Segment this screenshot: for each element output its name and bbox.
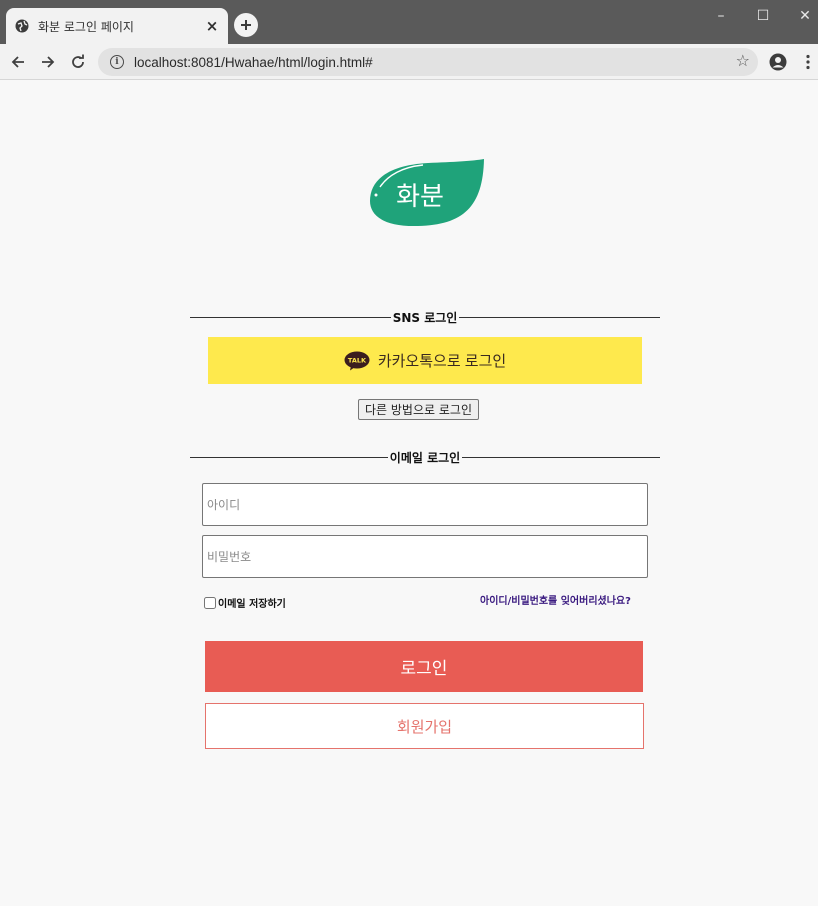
login-button[interactable]: 로그인 — [205, 641, 643, 692]
browser-toolbar: i localhost:8081/Hwahae/html/login.html#… — [0, 44, 818, 80]
logo-text: 화분 — [396, 182, 444, 212]
minimize-icon[interactable]: – — [706, 6, 736, 26]
id-input[interactable] — [202, 483, 648, 526]
other-login-button[interactable]: 다른 방법으로 로그인 — [358, 399, 479, 420]
browser-titlebar: 화분 로그인 페이지 × – ☐ ✕ — [0, 0, 818, 44]
close-tab-icon[interactable]: × — [204, 17, 220, 35]
browser-tab[interactable]: 화분 로그인 페이지 × — [6, 8, 228, 44]
save-email-row: 이메일 저장하기 — [204, 595, 286, 610]
globe-icon — [14, 18, 30, 34]
bookmark-star-icon[interactable]: ☆ — [736, 51, 750, 70]
svg-text:TALK: TALK — [348, 356, 367, 364]
info-icon[interactable]: i — [110, 55, 124, 69]
menu-dots-icon[interactable] — [796, 50, 818, 74]
signup-button[interactable]: 회원가입 — [205, 703, 644, 749]
new-tab-button[interactable] — [234, 13, 258, 37]
address-bar[interactable]: i localhost:8081/Hwahae/html/login.html#… — [98, 48, 758, 76]
kakao-login-button[interactable]: TALK 카카오톡으로 로그인 — [208, 337, 642, 384]
maximize-icon[interactable]: ☐ — [748, 6, 778, 26]
profile-icon[interactable] — [766, 50, 790, 74]
password-input[interactable] — [202, 535, 648, 578]
email-divider: 이메일 로그인 — [190, 447, 661, 467]
url-text: localhost:8081/Hwahae/html/login.html# — [134, 54, 373, 70]
logo-leaf-icon: 화분 — [370, 159, 484, 227]
forgot-account-link[interactable]: 아이디/비밀번호를 잊어버리셨나요? — [480, 592, 631, 607]
back-arrow-icon[interactable] — [6, 50, 30, 74]
sns-divider: SNS 로그인 — [190, 307, 661, 327]
reload-icon[interactable] — [66, 50, 90, 74]
save-email-checkbox[interactable] — [204, 596, 216, 609]
tab-title: 화분 로그인 페이지 — [38, 19, 134, 34]
kakao-login-label: 카카오톡으로 로그인 — [377, 353, 507, 370]
sns-heading: SNS 로그인 — [392, 310, 458, 325]
login-page: 화분 SNS 로그인 TALK 카카오톡으로 로그인 다른 방법으로 로그인 이… — [0, 81, 818, 906]
forward-arrow-icon[interactable] — [36, 50, 60, 74]
email-heading: 이메일 로그인 — [389, 450, 461, 465]
save-email-label[interactable]: 이메일 저장하기 — [218, 595, 286, 610]
close-window-icon[interactable]: ✕ — [790, 6, 818, 26]
kakao-talk-icon: TALK — [344, 351, 370, 370]
